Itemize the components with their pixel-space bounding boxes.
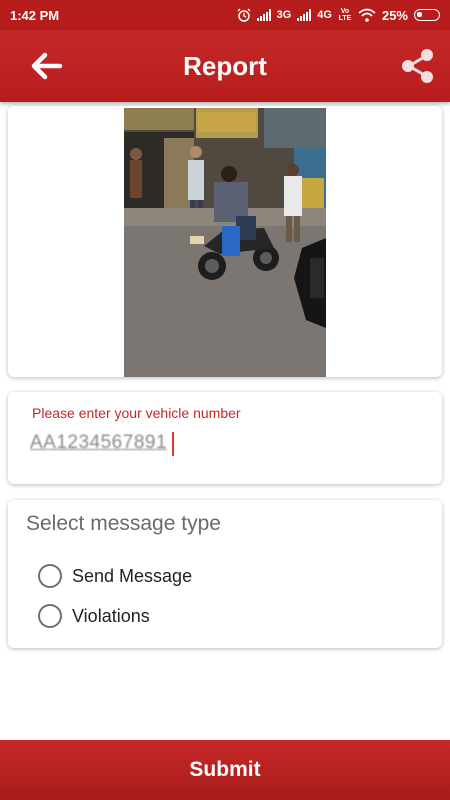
signal-icon — [297, 9, 312, 21]
vehicle-number-input[interactable] — [30, 426, 200, 460]
radio-send-message[interactable]: Send Message — [38, 564, 192, 588]
app-bar: Report — [0, 30, 450, 102]
battery-icon — [414, 9, 440, 21]
share-button[interactable] — [398, 46, 438, 86]
network-type-1: 3G — [276, 9, 292, 21]
status-bar: 1:42 PM 3G 4G Vo LTE 25% — [0, 0, 450, 30]
share-icon — [402, 49, 433, 83]
vehicle-number-card: Please enter your vehicle number — [8, 392, 442, 484]
network-type-2: 4G — [317, 9, 332, 21]
message-type-card: Select message type Send Message Violati… — [8, 500, 442, 648]
radio-unchecked-icon[interactable] — [38, 604, 62, 628]
signal-icon — [256, 9, 271, 21]
radio-send-message-label: Send Message — [72, 565, 193, 586]
wifi-icon — [358, 8, 376, 22]
street-photo-image — [124, 108, 326, 377]
submit-button[interactable]: Submit — [0, 740, 450, 800]
radio-violations[interactable]: Violations — [38, 604, 150, 628]
message-type-heading: Select message type — [26, 512, 221, 535]
radio-unchecked-icon[interactable] — [38, 564, 62, 588]
vehicle-number-label: Please enter your vehicle number — [32, 405, 241, 421]
radio-violations-label: Violations — [72, 605, 150, 626]
photo-card — [8, 106, 442, 377]
text-cursor — [172, 432, 174, 456]
report-photo[interactable] — [124, 108, 326, 377]
volte-indicator: Vo LTE — [338, 8, 352, 22]
battery-percent: 25% — [381, 7, 408, 23]
status-time: 1:42 PM — [10, 7, 60, 23]
status-icons: 3G 4G Vo LTE 25% — [237, 8, 440, 23]
page-title: Report — [183, 51, 267, 81]
alarm-icon — [237, 8, 251, 22]
